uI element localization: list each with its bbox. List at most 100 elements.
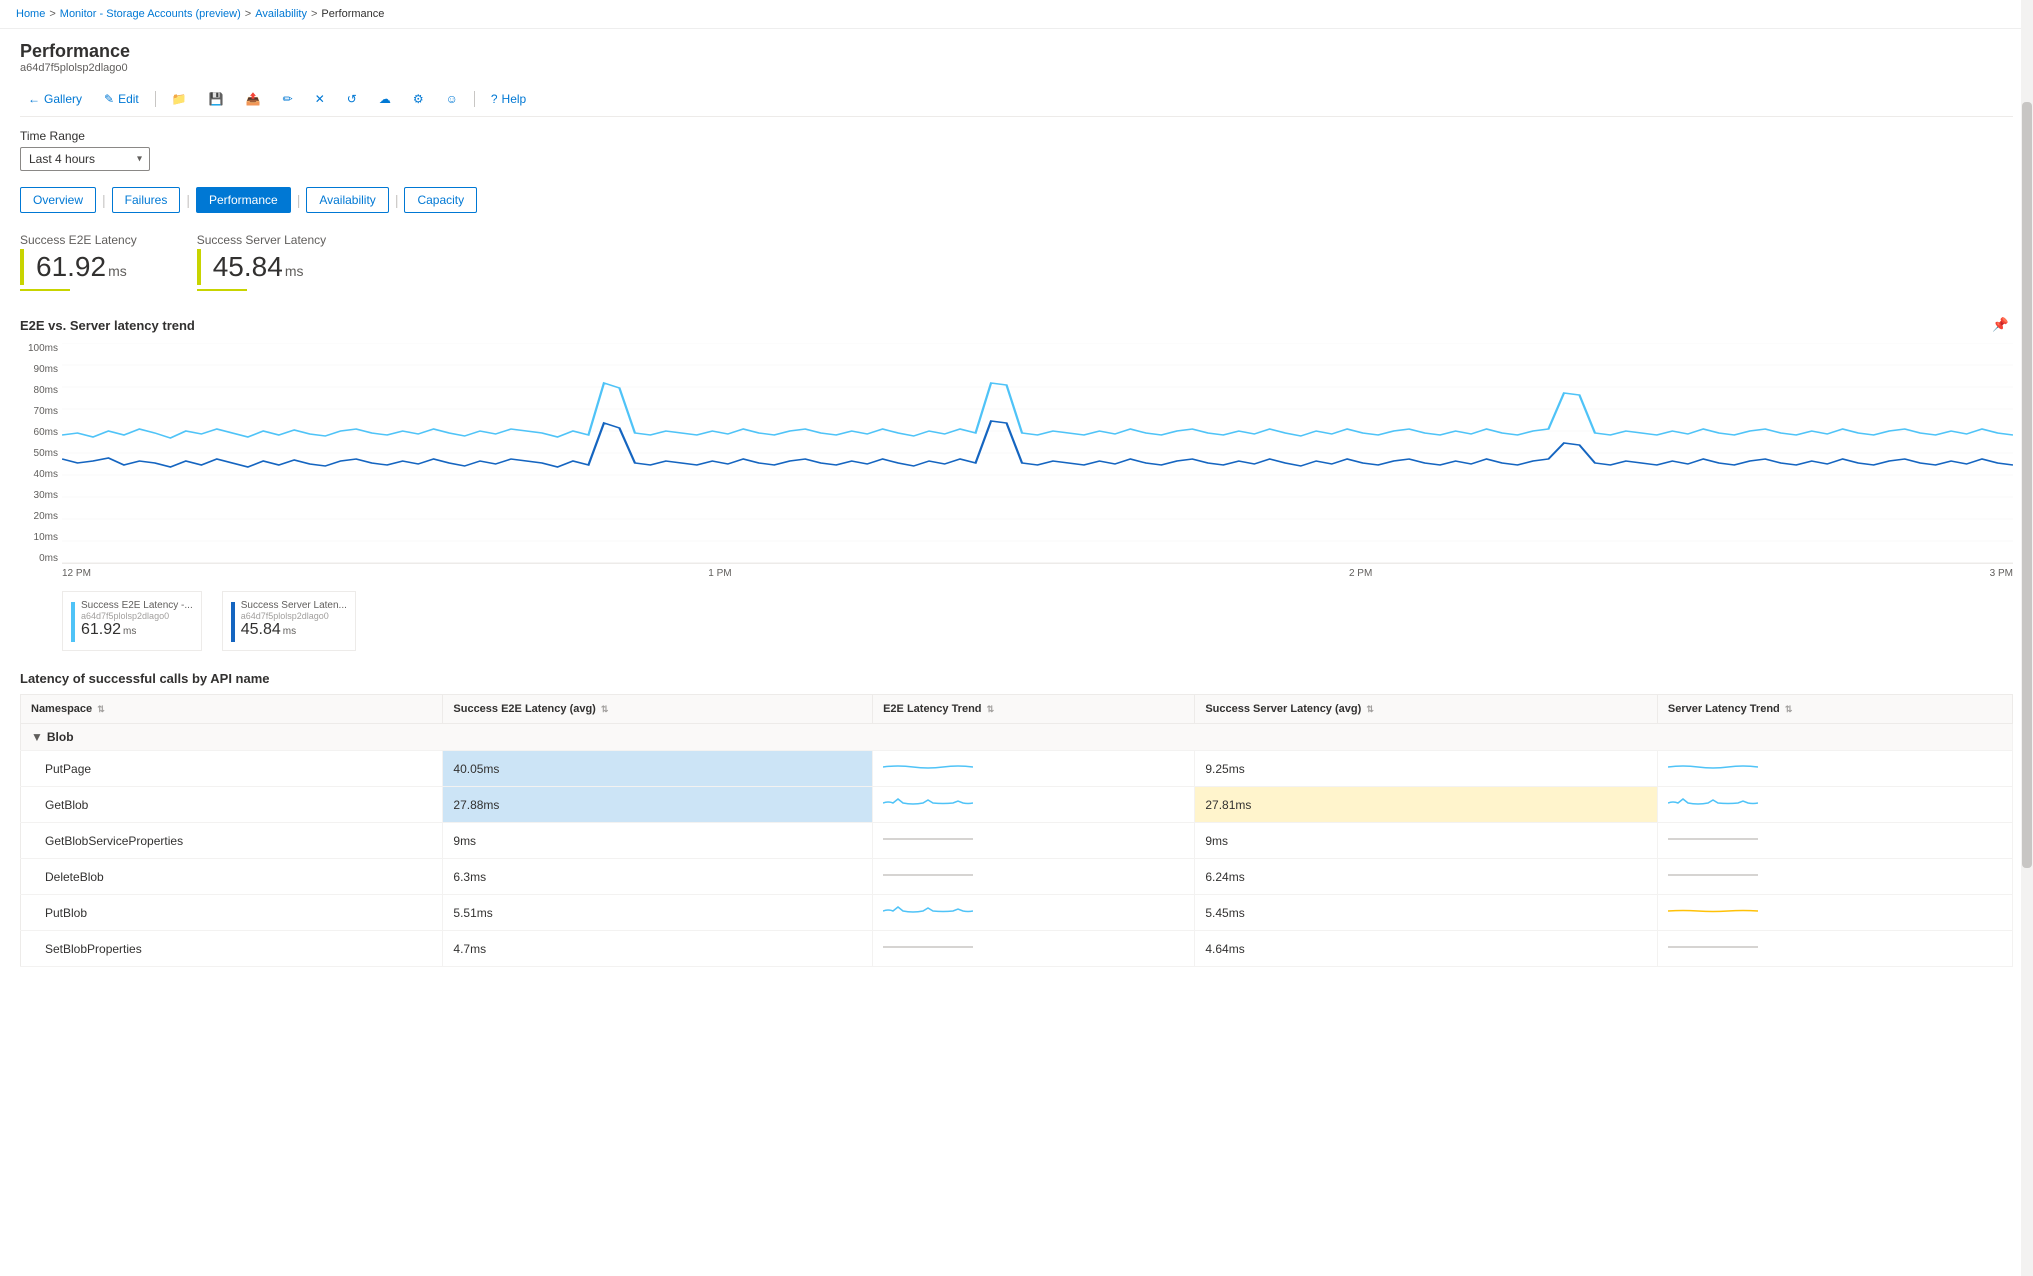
settings-btn[interactable]: ⚙ — [405, 88, 432, 110]
legend-server-value: 45.84 — [241, 621, 281, 639]
scrollbar-track[interactable] — [2021, 0, 2033, 1276]
cell-e2e-latency: 4.7ms — [443, 931, 873, 967]
time-range-section: Time Range Last 30 minutes Last 1 hour L… — [20, 129, 2013, 171]
breadcrumb-current: Performance — [321, 8, 384, 20]
cell-e2e-latency: 6.3ms — [443, 859, 873, 895]
data-table: Namespace ⇅ Success E2E Latency (avg) ⇅ … — [20, 694, 2013, 967]
metric-e2e-underline — [20, 289, 70, 291]
metric-server-underline — [197, 289, 247, 291]
metric-e2e-label: Success E2E Latency — [20, 233, 137, 247]
save-icon: 💾 — [209, 92, 224, 106]
sort-icon-e2e: ⇅ — [601, 704, 609, 714]
cell-server-trend — [1657, 787, 2012, 823]
cell-e2e-trend — [873, 787, 1195, 823]
feedback-btn[interactable]: ☺ — [438, 88, 466, 110]
table-row: SetBlobProperties 4.7ms 4.64ms — [21, 931, 2013, 967]
metric-server-value: 45.84 — [213, 251, 283, 283]
edit-btn[interactable]: ✎ Edit — [96, 88, 147, 110]
cell-server-trend — [1657, 859, 2012, 895]
legend-server-name: Success Server Laten... — [241, 600, 347, 611]
page-subtitle: a64d7f5plolsp2dlago0 — [20, 62, 2013, 74]
refresh-btn[interactable]: ↺ — [339, 88, 365, 110]
breadcrumb-monitor[interactable]: Monitor - Storage Accounts (preview) — [60, 8, 241, 20]
e2e-latency-line — [62, 383, 2013, 438]
metric-e2e-bar — [20, 249, 24, 285]
tab-failures[interactable]: Failures — [112, 187, 181, 213]
cell-e2e-trend — [873, 823, 1195, 859]
edit-icon: ✎ — [104, 92, 114, 106]
metric-server-unit: ms — [285, 263, 304, 279]
col-namespace[interactable]: Namespace ⇅ — [21, 695, 443, 724]
time-range-select[interactable]: Last 30 minutes Last 1 hour Last 4 hours… — [20, 147, 150, 171]
scrollbar-thumb[interactable] — [2022, 102, 2032, 868]
draw-icon: ✏ — [283, 92, 293, 106]
cell-namespace: DeleteBlob — [21, 859, 443, 895]
toolbar: ← Gallery ✎ Edit 📁 💾 📤 ✏ ✕ ↺ ☁ ⚙ ☺ ? Hel… — [20, 82, 2013, 117]
help-btn[interactable]: ? Help — [483, 88, 534, 110]
tab-capacity[interactable]: Capacity — [404, 187, 477, 213]
save-btn[interactable]: 💾 — [201, 88, 232, 110]
breadcrumb-home[interactable]: Home — [16, 8, 45, 20]
chart-title-row: E2E vs. Server latency trend 📌 — [20, 315, 2013, 335]
cell-e2e-latency: 9ms — [443, 823, 873, 859]
cell-e2e-trend — [873, 895, 1195, 931]
cell-server-trend — [1657, 895, 2012, 931]
legend-e2e-sub: a64d7f5plolsp2dlago0 — [81, 611, 193, 621]
cell-e2e-latency: 40.05ms — [443, 751, 873, 787]
table-row: GetBlob 27.88ms 27.81ms — [21, 787, 2013, 823]
table-row: PutPage 40.05ms 9.25ms — [21, 751, 2013, 787]
time-range-wrapper: Last 30 minutes Last 1 hour Last 4 hours… — [20, 147, 150, 171]
server-latency-line — [62, 421, 2013, 467]
draw-btn[interactable]: ✏ — [275, 88, 301, 110]
close-icon: ✕ — [315, 92, 325, 106]
folder-btn[interactable]: 📁 — [164, 88, 195, 110]
cell-namespace: GetBlobServiceProperties — [21, 823, 443, 859]
table-group-row: ▼Blob — [21, 724, 2013, 751]
cell-server-latency: 5.45ms — [1195, 895, 1658, 931]
table-row: DeleteBlob 6.3ms 6.24ms — [21, 859, 2013, 895]
table-row: GetBlobServiceProperties 9ms 9ms — [21, 823, 2013, 859]
cloud-btn[interactable]: ☁ — [371, 88, 399, 110]
col-server-latency[interactable]: Success Server Latency (avg) ⇅ — [1195, 695, 1658, 724]
cell-e2e-trend — [873, 931, 1195, 967]
metric-server-latency: Success Server Latency 45.84 ms — [197, 233, 326, 291]
col-e2e-latency[interactable]: Success E2E Latency (avg) ⇅ — [443, 695, 873, 724]
cell-server-trend — [1657, 931, 2012, 967]
sort-icon-server: ⇅ — [1366, 704, 1374, 714]
legend-server: Success Server Laten... a64d7f5plolsp2dl… — [222, 591, 356, 651]
col-e2e-trend[interactable]: E2E Latency Trend ⇅ — [873, 695, 1195, 724]
legend-e2e-unit: ms — [123, 626, 136, 637]
cell-server-trend — [1657, 751, 2012, 787]
breadcrumb: Home > Monitor - Storage Accounts (previ… — [0, 0, 2033, 29]
export-btn[interactable]: 📤 — [238, 88, 269, 110]
sort-icon-server-trend: ⇅ — [1785, 704, 1793, 714]
cell-server-latency: 4.64ms — [1195, 931, 1658, 967]
cell-e2e-trend — [873, 859, 1195, 895]
tabs-nav: Overview | Failures | Performance | Avai… — [20, 187, 2013, 213]
table-row: PutBlob 5.51ms 5.45ms — [21, 895, 2013, 931]
tab-performance[interactable]: Performance — [196, 187, 291, 213]
toolbar-separator-2 — [474, 91, 475, 107]
legend-e2e-color — [71, 602, 75, 642]
refresh-icon: ↺ — [347, 92, 357, 106]
cell-server-latency: 9ms — [1195, 823, 1658, 859]
gallery-btn[interactable]: ← Gallery — [20, 88, 90, 110]
cell-namespace: PutBlob — [21, 895, 443, 931]
tab-availability[interactable]: Availability — [306, 187, 388, 213]
breadcrumb-availability[interactable]: Availability — [255, 8, 307, 20]
chart-title: E2E vs. Server latency trend — [20, 318, 195, 333]
toolbar-separator-1 — [155, 91, 156, 107]
close-x-btn[interactable]: ✕ — [307, 88, 333, 110]
chart-svg — [62, 343, 2013, 563]
chart-container: 100ms 90ms 80ms 70ms 60ms 50ms 40ms 30ms… — [20, 343, 2013, 651]
folder-icon: 📁 — [172, 92, 187, 106]
cloud-icon: ☁ — [379, 92, 391, 106]
pin-chart-button[interactable]: 📌 — [1988, 315, 2013, 335]
cell-namespace: GetBlob — [21, 787, 443, 823]
metric-server-bar — [197, 249, 201, 285]
col-server-trend[interactable]: Server Latency Trend ⇅ — [1657, 695, 2012, 724]
page-title: Performance — [20, 41, 2013, 62]
cell-namespace: PutPage — [21, 751, 443, 787]
cell-server-latency: 9.25ms — [1195, 751, 1658, 787]
tab-overview[interactable]: Overview — [20, 187, 96, 213]
